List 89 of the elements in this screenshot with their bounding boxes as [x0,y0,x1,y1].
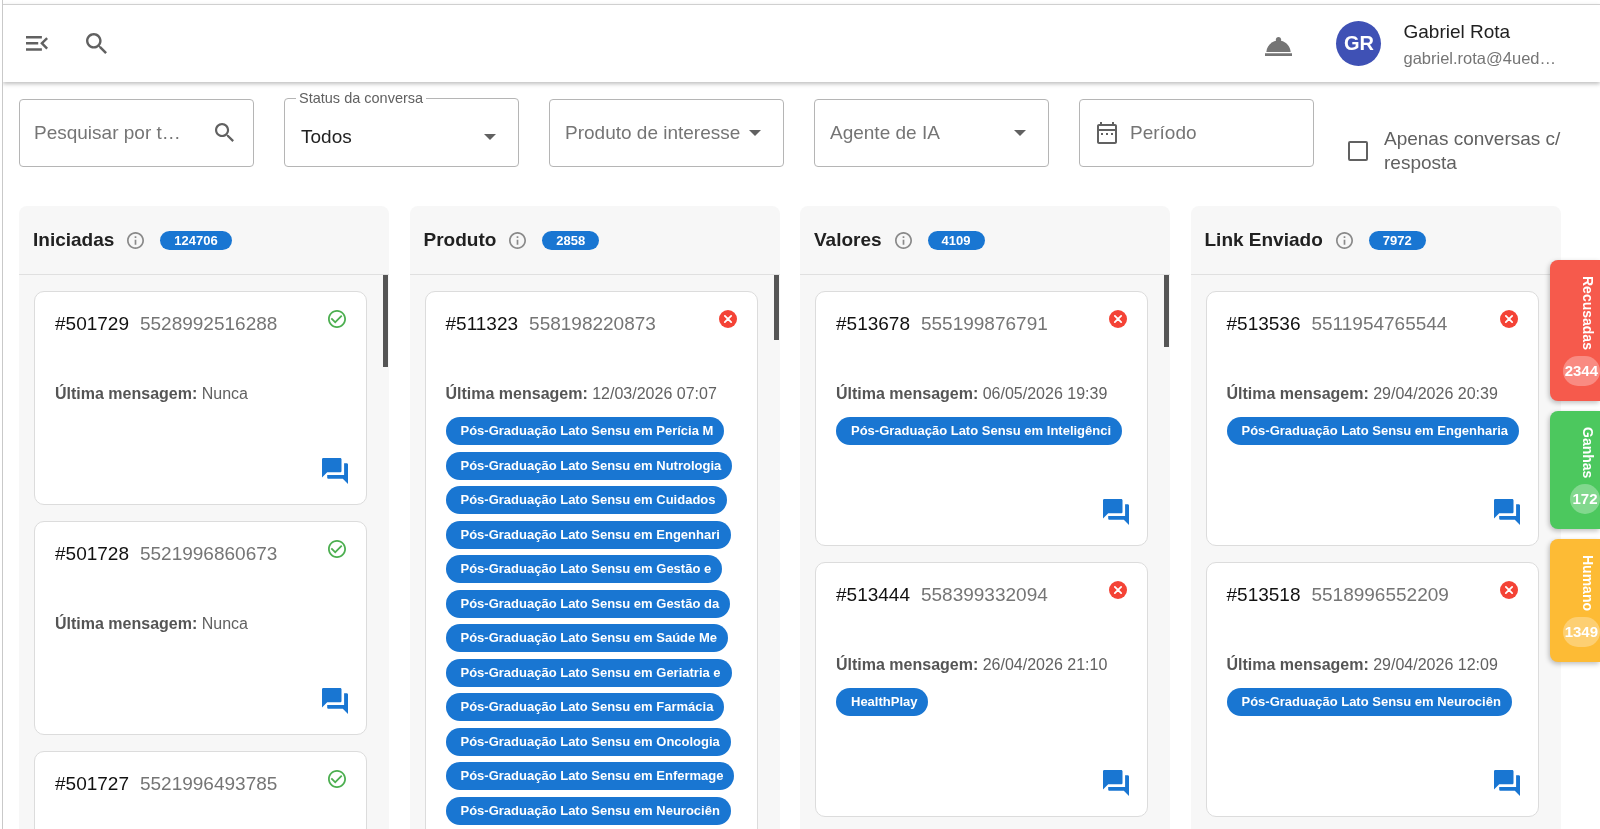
caret-icon [1014,130,1026,136]
product-tag: Pós-Graduação Lato Sensu em Nutrologia [445,451,733,480]
scrollbar-thumb[interactable] [383,275,388,367]
calendar-icon [1097,122,1117,144]
chat-icon[interactable] [322,688,348,714]
conversation-id: #501729 [55,312,129,336]
conversation-card[interactable]: #513518 5518996552209 Última mensagem: 29/04/2026 12:09 Pós-Graduação Lato Sensu em Neurociên [1205,562,1539,817]
dropdown-field[interactable]: Produto de interesse [549,99,784,167]
last-message: Última mensagem: Nunca [55,384,249,404]
search-icon[interactable] [86,33,107,54]
checkbox[interactable] [1348,141,1368,161]
date-field[interactable]: Período [1079,99,1314,167]
phone-number: 558198220873 [529,312,656,336]
conversation-id: #501727 [55,772,129,796]
product-tag: Pós-Graduação Lato Sensu em Oncologia [445,727,731,756]
product-tag: Pós-Graduação Lato Sensu em Neurociên [445,796,731,825]
product-tag: Pós-Graduação Lato Sensu em Engenhari [445,520,731,549]
product-tag: Pós-Graduação Lato Sensu em Gestão e [445,555,723,583]
conversation-id: #501728 [55,542,129,566]
conversation-card[interactable]: #501728 5521996860673 Última mensagem: Nunca [34,521,367,735]
conversation-card[interactable]: #501729 5528992516288 Última mensagem: Nunca [34,291,367,505]
chat-icon[interactable] [322,458,348,484]
count-badge: 4109 [927,230,985,250]
column-title: Valores [814,229,882,251]
caret-icon [484,133,496,140]
count-badge: 124706 [160,230,232,250]
last-message: Última mensagem: 12/03/2026 07:07 [445,384,718,404]
conversation-id: #513518 [1226,583,1301,607]
last-message: Última mensagem: Nunca [55,614,249,634]
conversation-card[interactable] [424,291,758,829]
last-message: Última mensagem: 06/05/2026 19:39 [836,384,1109,404]
column-title: Produto [423,229,497,251]
phone-number: 5521996493785 [139,772,278,796]
product-tag: Pós-Graduação Lato Sensu em Neurociên [1226,688,1512,716]
search-icon[interactable] [215,123,234,142]
conversation-card[interactable]: #513444 558399332094 Última mensagem: 26/04/2026 21:10 HealthPlay [815,562,1148,817]
scrollbar-thumb[interactable] [773,275,779,340]
conversation-id: #511323 [445,312,519,336]
product-tag: Pós-Graduação Lato Sensu em Farmácia [445,693,725,721]
last-message: Última mensagem: 29/04/2026 12:09 [1226,655,1499,675]
dropdown-field[interactable]: Status da conversa Todos [284,90,519,167]
user-name: Gabriel Rota [1403,19,1512,44]
phone-number: 5528992516288 [139,312,278,336]
info-icon[interactable] [127,231,145,249]
checkbox-label[interactable]: Apenas conversas c/ resposta [1384,127,1584,175]
product-tag: Pós-Graduação Lato Sensu em Geriatria e [445,658,732,687]
count-badge: 1349 [1562,617,1600,648]
count-badge: 172 [1570,484,1600,515]
user-email: gabriel.rota@4ued… [1403,47,1556,68]
conversation-card[interactable]: #513536 5511954765544 Última mensagem: 29/04/2026 20:39 Pós-Graduação Lato Sensu em Engenharia [1205,291,1539,546]
scrollbar-thumb[interactable] [1164,275,1169,347]
product-tag: Pós-Graduação Lato Sensu em Inteligênci [836,417,1123,445]
column-title: Iniciadas [33,229,115,251]
product-tag: Pós-Graduação Lato Sensu em Saúde Me [445,624,728,652]
count-badge: 7972 [1368,230,1426,250]
info-icon[interactable] [509,231,527,249]
last-message: Última mensagem: 29/04/2026 20:39 [1226,384,1499,404]
product-tag: HealthPlay [836,688,929,716]
phone-number: 5521996860673 [139,542,278,566]
chat-icon[interactable] [1493,499,1520,525]
dropdown-field[interactable]: Agente de IA [814,99,1049,167]
column-title: Link Enviado [1204,229,1323,251]
count-badge: 2344 [1562,355,1600,386]
info-icon[interactable] [894,231,912,249]
search-field[interactable]: Pesquisar por t… [19,99,254,167]
chat-icon[interactable] [1103,770,1129,796]
conversation-card[interactable]: #501727 5521996493785 [34,751,367,829]
menu-icon[interactable] [26,36,48,51]
conversation-id: #513444 [836,583,910,607]
phone-number: 5518996552209 [1311,583,1449,607]
conversation-id: #513678 [836,312,910,336]
phone-number: 5511954765544 [1311,312,1448,336]
phone-number: 558399332094 [920,583,1048,607]
product-tag: Pós-Graduação Lato Sensu em Perícia M [445,417,725,445]
conversation-card[interactable]: #513678 555199876791 Última mensagem: 06/05/2026 19:39 Pós-Graduação Lato Sensu em Inteligênci [815,291,1148,546]
caret-icon [749,130,761,136]
info-icon[interactable] [1335,231,1353,249]
chat-icon[interactable] [1493,770,1520,796]
service-bell-icon[interactable] [1265,37,1293,56]
avatar[interactable]: GR [1336,21,1382,66]
count-badge: 2858 [542,230,600,250]
product-tag: Pós-Graduação Lato Sensu em Cuidados [445,486,727,514]
chat-icon[interactable] [1103,499,1129,525]
conversation-id: #513536 [1226,312,1301,336]
last-message: Última mensagem: 26/04/2026 21:10 [836,655,1109,675]
product-tag: Pós-Graduação Lato Sensu em Gestão da [445,589,731,618]
product-tag: Pós-Graduação Lato Sensu em Engenharia [1226,417,1520,445]
phone-number: 555199876791 [920,312,1048,336]
product-tag: Pós-Graduação Lato Sensu em Enfermage [445,762,735,790]
